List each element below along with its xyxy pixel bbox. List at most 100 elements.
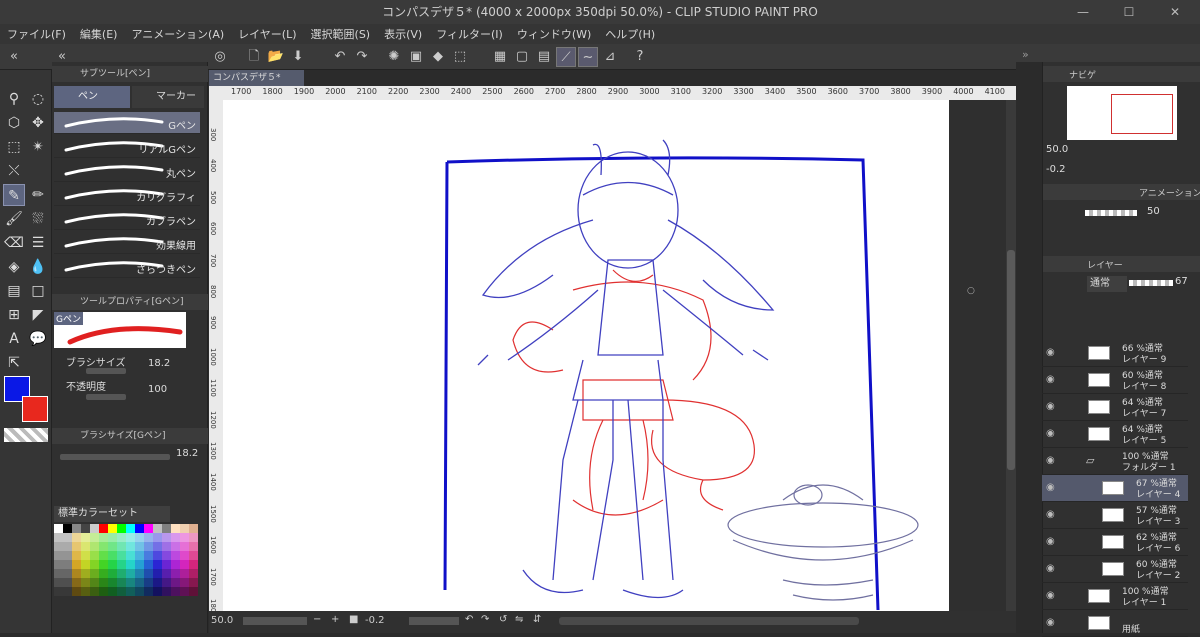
- navigator-rotation-value[interactable]: -0.2: [1046, 164, 1066, 175]
- color-swatch[interactable]: [126, 569, 135, 578]
- layer-row[interactable]: ◉ 57 %通常 レイヤー 3: [1042, 502, 1188, 529]
- ruler-icon[interactable]: ◤: [27, 304, 49, 326]
- flip-horizontal-icon[interactable]: ⇋: [515, 614, 523, 625]
- color-swatch[interactable]: [189, 533, 198, 542]
- color-swatch[interactable]: [189, 560, 198, 569]
- layer-row[interactable]: ◉ 66 %通常 レイヤー 9: [1042, 340, 1188, 367]
- zoom-icon[interactable]: ⚲: [3, 88, 25, 110]
- auto-select-icon[interactable]: ✴: [27, 136, 49, 158]
- opacity-slider[interactable]: [86, 394, 126, 400]
- color-swatch[interactable]: [126, 578, 135, 587]
- maximize-button[interactable]: ☐: [1106, 0, 1152, 24]
- transparent-color-swatch[interactable]: [4, 428, 48, 442]
- tab-pen[interactable]: ペン: [54, 86, 130, 108]
- visibility-eye-icon[interactable]: ◉: [1046, 617, 1058, 629]
- brush-size-slider[interactable]: [86, 368, 126, 374]
- brush-item[interactable]: 丸ペン: [54, 160, 200, 182]
- color-swatch[interactable]: [135, 569, 144, 578]
- snap-grid-icon[interactable]: ⊿: [600, 47, 620, 67]
- color-swatch[interactable]: [54, 560, 63, 569]
- brush-size-panel-value[interactable]: 18.2: [176, 448, 198, 459]
- select-icon[interactable]: ⬚: [3, 136, 25, 158]
- layer-row[interactable]: ◉ 64 %通常 レイヤー 5: [1042, 421, 1188, 448]
- visibility-eye-icon[interactable]: ◉: [1046, 455, 1058, 467]
- color-swatch[interactable]: [99, 542, 108, 551]
- brush-icon[interactable]: 🖌: [3, 208, 25, 230]
- new-file-icon[interactable]: 🗋: [244, 47, 264, 67]
- navigator-zoom-value[interactable]: 50.0: [1046, 144, 1068, 155]
- opacity-value[interactable]: 100: [148, 384, 167, 395]
- open-folder-icon[interactable]: 📂: [266, 47, 286, 67]
- color-swatch[interactable]: [171, 587, 180, 596]
- color-swatch[interactable]: [162, 524, 171, 533]
- clear-icon[interactable]: ✺: [384, 47, 404, 67]
- color-swatch[interactable]: [171, 560, 180, 569]
- visibility-eye-icon[interactable]: ◉: [1046, 482, 1058, 494]
- color-swatch[interactable]: [99, 533, 108, 542]
- color-swatch[interactable]: [99, 578, 108, 587]
- zoom-out-icon[interactable]: −: [313, 614, 321, 625]
- layer-row[interactable]: ◉ 60 %通常 レイヤー 8: [1042, 367, 1188, 394]
- color-swatch[interactable]: [135, 551, 144, 560]
- color-swatch[interactable]: [189, 524, 198, 533]
- color-swatch[interactable]: [63, 569, 72, 578]
- color-swatch[interactable]: [171, 542, 180, 551]
- redo-icon[interactable]: ↷: [352, 47, 372, 67]
- brush-size-panel-slider[interactable]: [60, 454, 170, 460]
- color-swatch[interactable]: [54, 542, 63, 551]
- animation-tab[interactable]: アニメーションセ: [1139, 186, 1200, 199]
- color-swatch[interactable]: [117, 542, 126, 551]
- color-swatch[interactable]: [108, 533, 117, 542]
- color-swatch[interactable]: [63, 524, 72, 533]
- color-swatch[interactable]: [81, 569, 90, 578]
- brush-size-value[interactable]: 18.2: [148, 358, 170, 369]
- color-swatch[interactable]: [126, 551, 135, 560]
- deselect-icon[interactable]: ▢: [512, 47, 532, 67]
- select-all-icon[interactable]: ▦: [490, 47, 510, 67]
- color-swatch[interactable]: [180, 533, 189, 542]
- menu-selection[interactable]: 選択範囲(S): [304, 26, 378, 42]
- color-swatch[interactable]: [144, 542, 153, 551]
- layer-tab[interactable]: レイヤー: [1087, 258, 1123, 271]
- color-swatch[interactable]: [153, 542, 162, 551]
- visibility-eye-icon[interactable]: ◉: [1046, 347, 1058, 359]
- color-swatch[interactable]: [54, 578, 63, 587]
- color-swatch[interactable]: [153, 569, 162, 578]
- color-swatch[interactable]: [117, 533, 126, 542]
- color-swatch[interactable]: [63, 533, 72, 542]
- color-swatch[interactable]: [63, 542, 72, 551]
- color-swatch[interactable]: [108, 587, 117, 596]
- color-swatch[interactable]: [108, 560, 117, 569]
- layer-row[interactable]: ◉ 62 %通常 レイヤー 6: [1042, 529, 1188, 556]
- layer-opacity-value[interactable]: 67: [1175, 276, 1188, 287]
- menu-help[interactable]: ヘルプ(H): [598, 26, 662, 42]
- invert-selection-icon[interactable]: ▤: [534, 47, 554, 67]
- color-swatch[interactable]: [171, 524, 180, 533]
- color-swatch[interactable]: [99, 587, 108, 596]
- color-swatch[interactable]: [126, 587, 135, 596]
- color-swatch[interactable]: [189, 578, 198, 587]
- help-icon[interactable]: ?: [630, 47, 650, 67]
- color-swatch[interactable]: [72, 533, 81, 542]
- color-swatch[interactable]: [153, 533, 162, 542]
- color-swatch[interactable]: [189, 587, 198, 596]
- visibility-eye-icon[interactable]: ◉: [1046, 509, 1058, 521]
- visibility-eye-icon[interactable]: ◉: [1046, 374, 1058, 386]
- menu-animation[interactable]: アニメーション(A): [124, 26, 231, 42]
- color-swatch[interactable]: [162, 569, 171, 578]
- color-swatch[interactable]: [81, 587, 90, 596]
- color-swatch[interactable]: [117, 524, 126, 533]
- frame-icon[interactable]: ⊞: [3, 304, 25, 326]
- snap-special-ruler-icon[interactable]: ∼: [578, 47, 598, 67]
- rotate-left-icon[interactable]: ↶: [465, 614, 473, 625]
- color-swatch[interactable]: [90, 587, 99, 596]
- visibility-eye-icon[interactable]: ◉: [1046, 536, 1058, 548]
- layer-row[interactable]: ◉ 67 %通常 レイヤー 4: [1042, 475, 1188, 502]
- color-swatch[interactable]: [72, 578, 81, 587]
- color-swatch[interactable]: [54, 524, 63, 533]
- menu-window[interactable]: ウィンドウ(W): [510, 26, 598, 42]
- move-icon[interactable]: ✥: [27, 112, 49, 134]
- color-swatch[interactable]: [180, 569, 189, 578]
- color-swatch[interactable]: [99, 551, 108, 560]
- color-swatch[interactable]: [144, 569, 153, 578]
